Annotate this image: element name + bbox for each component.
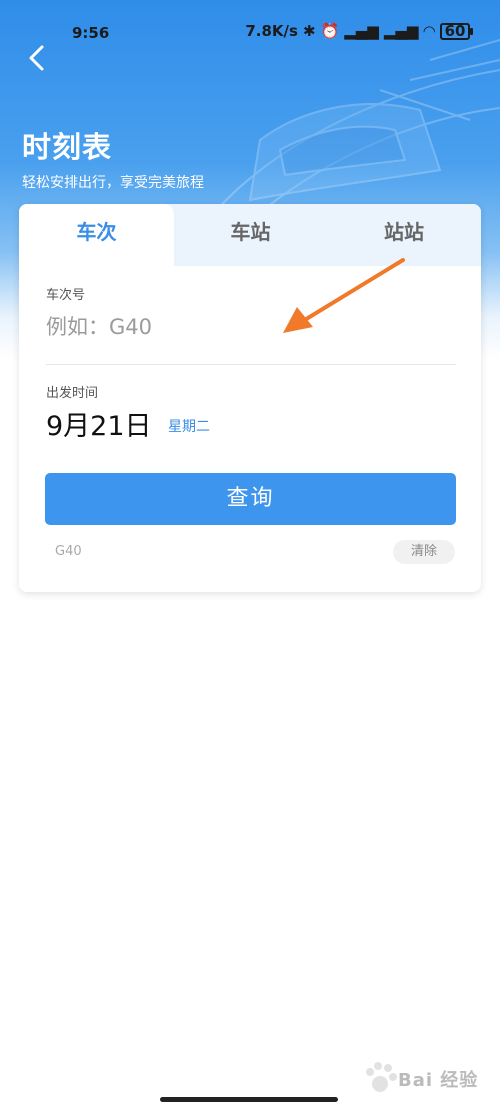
status-time: 9:56 (72, 24, 110, 42)
battery-icon: 60 (440, 22, 473, 40)
divider (46, 364, 456, 365)
alarm-icon: ⏰ (320, 22, 340, 40)
wifi-icon: ◠ (423, 22, 435, 40)
search-card: 车次 车站 站站 车次号 出发时间 9月21日 星期二 查询 G40 清除 (19, 204, 481, 592)
network-speed: 7.8K/s (245, 22, 298, 40)
departure-date[interactable]: 9月21日 (46, 404, 152, 443)
departure-weekday[interactable]: 星期二 (168, 416, 210, 436)
clear-history-button[interactable]: 清除 (393, 540, 455, 564)
signal-hd-icon: ▂▄▆ (383, 22, 419, 40)
signal-icon: ▂▄▆ (344, 22, 379, 40)
back-button[interactable] (22, 42, 54, 74)
watermark-text: Bai 经验 (398, 1070, 479, 1091)
departure-time-label: 出发时间 (46, 386, 99, 401)
home-indicator[interactable] (160, 1097, 338, 1102)
status-icons: 7.8K/s ✱ ⏰ ▂▄▆ ▂▄▆ ◠ 60 (245, 22, 473, 40)
query-button[interactable]: 查询 (45, 473, 456, 525)
page-title: 时刻表 (22, 130, 113, 164)
train-number-label: 车次号 (46, 288, 86, 303)
chevron-left-icon (29, 45, 44, 71)
paw-icon (366, 1062, 397, 1092)
tab-bar: 车次 车站 站站 (19, 204, 481, 266)
status-bar: 9:56 7.8K/s ✱ ⏰ ▂▄▆ ▂▄▆ ◠ 60 (0, 0, 500, 66)
history-item[interactable]: G40 (55, 544, 82, 559)
tab-train-number[interactable]: 车次 (19, 204, 174, 266)
annotation-arrow-icon (283, 258, 405, 333)
bluetooth-icon: ✱ (302, 22, 316, 40)
page-subtitle: 轻松安排出行，享受完美旅程 (22, 175, 204, 191)
